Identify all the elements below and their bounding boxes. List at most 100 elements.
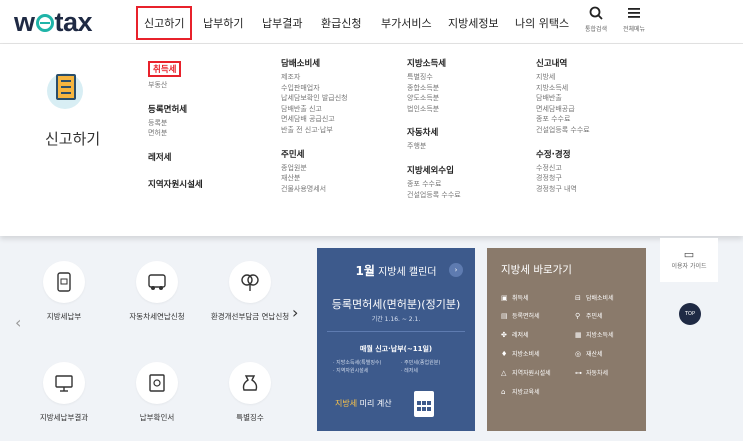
- menu-history-fee[interactable]: 종포 수수료: [536, 114, 590, 125]
- menu-collateral-request[interactable]: 납세담보확인 발급신청: [281, 93, 348, 104]
- menu-correction[interactable]: 수정·경정: [536, 148, 590, 160]
- menu-pre-release-filing[interactable]: 반출 전 신고·납부: [281, 125, 348, 136]
- quick-label: 지방세납부결과: [39, 413, 89, 422]
- quick-payment-result[interactable]: 지방세납부결과: [24, 362, 104, 423]
- user-guide-button[interactable]: ▭ 이용자 가이드: [660, 238, 718, 282]
- menu-importer[interactable]: 수입판매업자: [281, 83, 348, 94]
- nav-file-return[interactable]: 신고하기: [136, 6, 193, 40]
- menu-tobacco-release[interactable]: 담배반출 신고: [281, 104, 348, 115]
- user-guide-label: 이용자 가이드: [671, 263, 707, 270]
- calendar-item: · 지방소득세(특별징수): [333, 360, 382, 366]
- nav-my-wetax[interactable]: 나의 위택스: [515, 15, 569, 31]
- wetax-logo[interactable]: w tax: [14, 7, 93, 38]
- menu-transfer-income[interactable]: 양도소득분: [407, 93, 461, 104]
- calendar-item: · 지역자원시설세: [333, 368, 369, 374]
- menu-registration[interactable]: 등록분: [148, 118, 203, 129]
- nav-refund[interactable]: 환급신청: [321, 15, 361, 31]
- calendar-monthly: 매월 신고·납부(~11일): [359, 345, 433, 353]
- shortcut-education[interactable]: ⌂ 지방교육세: [501, 387, 540, 396]
- shortcut-leisure[interactable]: ✤ 레저세: [501, 330, 529, 339]
- menu-building-use[interactable]: 건물사용명세서: [281, 184, 348, 195]
- file-return-mega-menu: 신고하기 취득세 부동산 등록면허세 등록분 면허분 레저세 지역자원시설세 담…: [0, 44, 743, 236]
- quick-environment-charge[interactable]: 환경개선부담금 연납신청: [210, 261, 290, 322]
- menu-fee-1[interactable]: 종포 수수료: [407, 179, 461, 190]
- quick-label: 납부확인서: [139, 413, 175, 422]
- menu-col-2: 담배소비세 제조자 수입판매업자 납세담보확인 발급신청 담배반출 신고 면세담…: [281, 57, 348, 194]
- menu-filing-history[interactable]: 신고내역: [536, 57, 590, 69]
- shortcut-local-consumption[interactable]: ♦ 지방소비세: [501, 349, 540, 358]
- tax-calculator-link[interactable]: 지방세 미리 계산: [335, 398, 392, 409]
- quick-label: 자동차세연납신청: [129, 312, 185, 321]
- menu-amended-return[interactable]: 수정신고: [536, 163, 590, 174]
- quick-local-tax-pay[interactable]: 지방세납부: [24, 261, 104, 322]
- quick-payment-certificate[interactable]: 납부확인서: [117, 362, 197, 423]
- menu-history-local-tax[interactable]: 지방세: [536, 72, 590, 83]
- quick-label: 지방세납부: [46, 312, 82, 321]
- menu-special-withholding[interactable]: 특별징수: [407, 72, 461, 83]
- menu-construction-fee[interactable]: 건설업등록 수수료: [407, 190, 461, 201]
- menu-correction-history[interactable]: 경정청구 내역: [536, 184, 590, 195]
- menu-non-tax-revenue[interactable]: 지방세외수입: [407, 164, 461, 176]
- shortcut-vehicle[interactable]: ⊶ 자동차세: [575, 368, 608, 377]
- menu-history-dutyfree[interactable]: 면세담배공급: [536, 104, 590, 115]
- menu-label: 전체메뉴: [622, 26, 646, 33]
- menu-real-estate[interactable]: 부동산: [148, 80, 203, 91]
- menu-acquisition-tax[interactable]: 취득세: [148, 61, 182, 77]
- shortcut-regional-resource[interactable]: △ 지역자원시설세: [501, 368, 551, 377]
- menu-resident-tax[interactable]: 주민세: [281, 148, 348, 160]
- menu-col-1: 취득세 부동산 등록면허세 등록분 면허분 레저세 지역자원시설세: [148, 57, 203, 193]
- all-menu-button[interactable]: 전체메뉴: [619, 6, 649, 33]
- menu-local-income-tax[interactable]: 지방소득세: [407, 57, 461, 69]
- nav-payment-result[interactable]: 납부결과: [262, 15, 302, 31]
- menu-history-income[interactable]: 지방소득세: [536, 83, 590, 94]
- shortcut-property[interactable]: ◎ 재산세: [575, 349, 603, 358]
- menu-leisure-tax[interactable]: 레저세: [148, 151, 203, 163]
- shortcut-tobacco[interactable]: ⊟ 담배소비세: [575, 293, 614, 302]
- menu-history-construction[interactable]: 건설업등록 수수료: [536, 125, 590, 136]
- nav-pay[interactable]: 납부하기: [203, 15, 243, 31]
- quick-label: 환경개선부담금 연납신청: [210, 312, 290, 321]
- calculator-icon: [414, 391, 434, 417]
- menu-driving[interactable]: 주행분: [407, 141, 461, 152]
- local-tax-shortcuts: 지방세 바로가기 ▣ 취득세 ⊟ 담배소비세 ▤ 등록면허세 ⚲ 주민세 ✤ 레저세 ▦ 지…: [487, 248, 646, 431]
- menu-corporate-income[interactable]: 법인소득분: [407, 104, 461, 115]
- menu-vehicle-tax[interactable]: 자동차세: [407, 126, 461, 138]
- search-button[interactable]: 통합검색: [581, 6, 611, 33]
- certificate-icon: [136, 362, 178, 404]
- shortcut-resident[interactable]: ⚲ 주민세: [575, 311, 603, 320]
- menu-tobacco-tax[interactable]: 담배소비세: [281, 57, 348, 69]
- menu-employee[interactable]: 종업원분: [281, 163, 348, 174]
- menu-history-tobacco[interactable]: 담배반출: [536, 93, 590, 104]
- header: w tax 신고하기 납부하기 납부결과 환급신청 부가서비스 지방세정보 나의 …: [0, 0, 743, 44]
- shortcut-title: 지방세 바로가기: [501, 264, 572, 276]
- quick-next-arrow[interactable]: ›: [292, 303, 298, 322]
- menu-correction-claim[interactable]: 경정청구: [536, 173, 590, 184]
- calendar-period: 기간 1.16. ~ 2.1.: [371, 316, 421, 323]
- tree-icon: [229, 261, 271, 303]
- calendar-next-icon[interactable]: ›: [449, 263, 463, 277]
- nav-local-tax-info[interactable]: 지방세정보: [448, 15, 499, 31]
- quick-prev-arrow[interactable]: ‹: [15, 313, 21, 332]
- shortcut-local-income[interactable]: ▦ 지방소득세: [575, 330, 614, 339]
- menu-regional-resource-tax[interactable]: 지역자원시설세: [148, 178, 203, 190]
- calendar-headline[interactable]: 등록면허세(면허분)(정기분): [317, 296, 475, 312]
- vehicle-icon: [136, 261, 178, 303]
- menu-license[interactable]: 면허분: [148, 128, 203, 139]
- menu-col-4: 신고내역 지방세 지방소득세 담배반출 면세담배공급 종포 수수료 건설업등록 …: [536, 57, 590, 194]
- chat-icon: ▭: [683, 248, 695, 261]
- menu-manufacturer[interactable]: 제조자: [281, 72, 348, 83]
- shortcut-registration[interactable]: ▤ 등록면허세: [501, 311, 540, 320]
- menu-col-3: 지방소득세 특별징수 종합소득분 양도소득분 법인소득분 자동차세 주행분 지방…: [407, 57, 461, 200]
- search-label: 통합검색: [584, 26, 608, 33]
- nav-extra-services[interactable]: 부가서비스: [381, 15, 432, 31]
- menu-comprehensive-income[interactable]: 종합소득분: [407, 83, 461, 94]
- shortcut-acquisition[interactable]: ▣ 취득세: [501, 293, 529, 302]
- menu-property[interactable]: 재산분: [281, 173, 348, 184]
- quick-vehicle-annual[interactable]: 자동차세연납신청: [117, 261, 197, 322]
- quick-special-withholding[interactable]: 특별징수: [210, 362, 290, 423]
- menu-dutyfree-supply[interactable]: 면세담배 공급신고: [281, 114, 348, 125]
- calendar-item: · 주민세(종업원분): [401, 360, 441, 366]
- local-tax-calendar[interactable]: 1월 지방세 캘린더 › 등록면허세(면허분)(정기분) 기간 1.16. ~ …: [317, 248, 475, 431]
- menu-registration-license-tax[interactable]: 등록면허세: [148, 103, 203, 115]
- scroll-top-button[interactable]: TOP: [679, 303, 701, 325]
